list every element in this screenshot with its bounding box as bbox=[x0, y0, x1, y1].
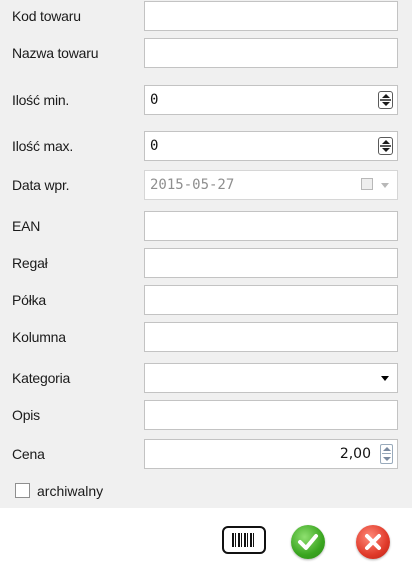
product-form: Kod towaru Nazwa towaru Ilość min. 0 Ilo… bbox=[0, 0, 412, 508]
ilosc-max-input[interactable]: 0 bbox=[144, 131, 398, 161]
opis-input[interactable] bbox=[144, 400, 398, 430]
ilosc-max-label: Ilość max. bbox=[12, 138, 74, 154]
archiwalny-label[interactable]: archiwalny bbox=[37, 475, 103, 507]
barcode-icon bbox=[232, 533, 256, 547]
ean-label: EAN bbox=[12, 218, 41, 234]
row-nazwa-towaru: Nazwa towaru bbox=[0, 37, 412, 69]
chevron-down-icon[interactable] bbox=[381, 376, 389, 381]
cena-spinner-icon[interactable] bbox=[380, 444, 393, 464]
row-ean: EAN bbox=[0, 210, 412, 242]
kategoria-label: Kategoria bbox=[12, 370, 71, 386]
nazwa-towaru-input[interactable] bbox=[144, 38, 398, 68]
action-toolbar bbox=[0, 508, 412, 565]
cancel-button[interactable] bbox=[356, 525, 390, 559]
row-cena: Cena 2,00 bbox=[0, 438, 412, 470]
cena-input[interactable]: 2,00 bbox=[144, 439, 398, 469]
chevron-down-icon[interactable] bbox=[381, 183, 389, 188]
kod-towaru-input[interactable] bbox=[144, 1, 398, 31]
data-wpr-value: 2015-05-27 bbox=[150, 177, 235, 193]
polka-input[interactable] bbox=[144, 285, 398, 315]
row-ilosc-min: Ilość min. 0 bbox=[0, 84, 412, 116]
kod-towaru-label: Kod towaru bbox=[12, 8, 81, 24]
row-kod-towaru: Kod towaru bbox=[0, 0, 412, 32]
row-data-wpr: Data wpr. 2015-05-27 bbox=[0, 169, 412, 201]
regal-label: Regał bbox=[12, 255, 48, 271]
ean-input[interactable] bbox=[144, 211, 398, 241]
row-kolumna: Kolumna bbox=[0, 321, 412, 353]
red-x-icon bbox=[365, 534, 381, 550]
ilosc-max-spinner-icon[interactable] bbox=[378, 137, 393, 155]
ok-button[interactable] bbox=[291, 525, 325, 559]
polka-label: Półka bbox=[12, 292, 47, 308]
ilosc-min-value: 0 bbox=[150, 92, 159, 108]
data-wpr-input[interactable]: 2015-05-27 bbox=[144, 170, 398, 200]
archiwalny-checkbox[interactable] bbox=[15, 483, 30, 498]
kategoria-select[interactable] bbox=[144, 363, 398, 393]
calendar-icon[interactable] bbox=[361, 178, 373, 190]
row-ilosc-max: Ilość max. 0 bbox=[0, 130, 412, 162]
ilosc-min-label: Ilość min. bbox=[12, 92, 70, 108]
ilosc-min-input[interactable]: 0 bbox=[144, 85, 398, 115]
cena-value: 2,00 bbox=[339, 446, 371, 462]
row-opis: Opis bbox=[0, 399, 412, 431]
cena-label: Cena bbox=[12, 446, 45, 462]
green-check-icon bbox=[298, 534, 318, 550]
data-wpr-label: Data wpr. bbox=[12, 177, 70, 193]
row-kategoria: Kategoria bbox=[0, 362, 412, 394]
row-archiwalny: archiwalny bbox=[0, 475, 412, 507]
barcode-scan-button[interactable] bbox=[222, 526, 266, 554]
regal-input[interactable] bbox=[144, 248, 398, 278]
kolumna-input[interactable] bbox=[144, 322, 398, 352]
opis-label: Opis bbox=[12, 407, 40, 423]
row-regal: Regał bbox=[0, 247, 412, 279]
row-polka: Półka bbox=[0, 284, 412, 316]
ilosc-min-spinner-icon[interactable] bbox=[378, 91, 393, 109]
nazwa-towaru-label: Nazwa towaru bbox=[12, 45, 99, 61]
ilosc-max-value: 0 bbox=[150, 138, 159, 154]
kolumna-label: Kolumna bbox=[12, 329, 66, 345]
